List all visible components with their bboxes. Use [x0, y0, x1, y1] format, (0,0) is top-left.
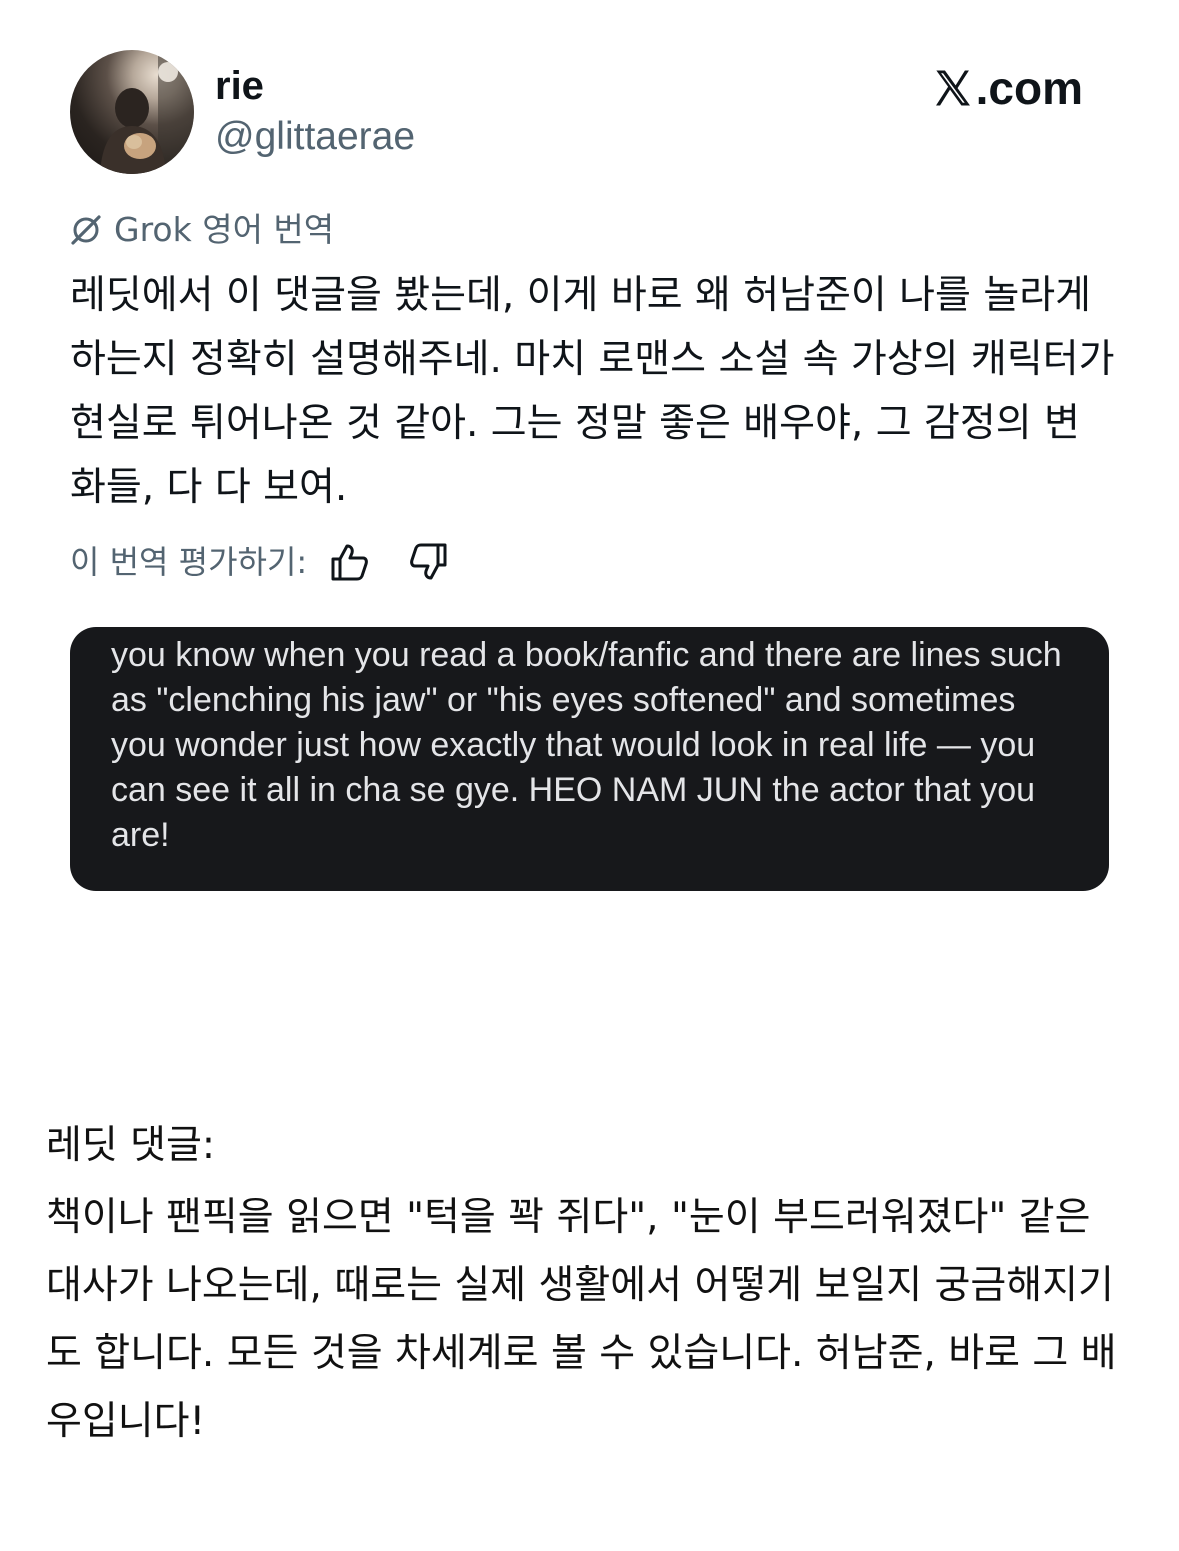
- grok-translation-label[interactable]: Grok 영어 번역: [68, 208, 334, 252]
- user-handle[interactable]: @glittaerae: [215, 114, 415, 160]
- display-name[interactable]: rie: [215, 62, 264, 110]
- thumbs-down-icon[interactable]: [407, 541, 449, 583]
- brand-domain: .com: [975, 62, 1083, 114]
- rate-translation-label: 이 번역 평가하기:: [70, 543, 308, 581]
- rate-translation-row: 이 번역 평가하기:: [70, 538, 449, 586]
- thumbs-up-icon[interactable]: [329, 541, 371, 583]
- grok-icon: [71, 215, 101, 245]
- quoted-comment-text: you know when you read a book/fanfic and…: [111, 636, 1062, 854]
- reddit-comment-translation: 책이나 팬픽을 읽으면 "턱을 꽉 쥐다", "눈이 부드러워졌다" 같은 대사…: [46, 1195, 1117, 1444]
- reddit-comment-label: 레딧 댓글:: [46, 1123, 216, 1168]
- quoted-comment-image[interactable]: you know when you read a book/fanfic and…: [70, 627, 1109, 891]
- grok-label-text: Grok 영어 번역: [114, 210, 335, 249]
- x-logo-icon: [935, 70, 970, 106]
- avatar[interactable]: [70, 50, 194, 174]
- profile-photo: [100, 50, 194, 174]
- x-brand: .com: [932, 60, 1083, 116]
- translated-tweet-text: 레딧에서 이 댓글을 봤는데, 이게 바로 왜 허남준이 나를 놀라게 하는지 …: [70, 273, 1115, 510]
